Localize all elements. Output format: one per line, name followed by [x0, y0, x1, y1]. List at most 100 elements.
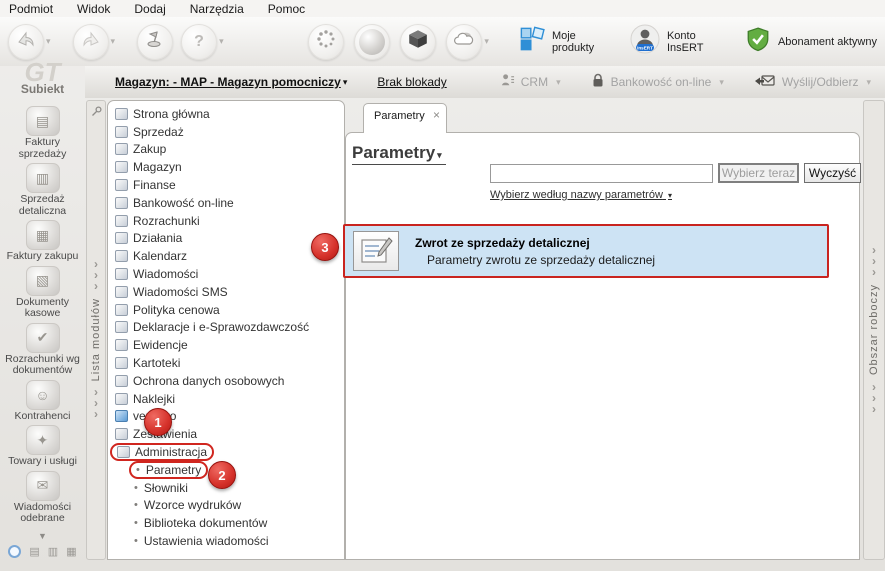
sidebar-item-wiadomosci-odebrane[interactable]: ✉ Wiadomości odebrane: [1, 470, 85, 525]
tree-item-finanse[interactable]: Finanse: [108, 176, 344, 194]
tree-item-ustawienia-wiadomosci[interactable]: • Ustawienia wiadomości: [108, 532, 344, 550]
tree-item-ewidencje[interactable]: Ewidencje: [108, 336, 344, 354]
help-icon: ?: [194, 32, 204, 50]
menu-narzedzia[interactable]: Narzędzia: [190, 2, 244, 16]
send-receive-menu[interactable]: Wyślij/Odbierz ▾: [754, 73, 875, 91]
tree-item-deklaracje[interactable]: Deklaracje i e-Sprawozdawczość: [108, 319, 344, 337]
bullet-icon: •: [134, 481, 138, 494]
mini-module-3-icon[interactable]: ▦: [66, 545, 76, 558]
mini-module-selected-icon[interactable]: [8, 544, 22, 558]
cloud-sync-button[interactable]: [446, 23, 483, 60]
sidebar-more-icon[interactable]: ▼: [38, 531, 47, 541]
menu-podmiot[interactable]: Podmiot: [9, 2, 53, 16]
cash-documents-icon: ▧: [25, 265, 60, 296]
bullet-icon: •: [134, 517, 138, 530]
annotation-step-3: 3: [311, 233, 339, 261]
page-title[interactable]: Parametry ▾: [352, 143, 446, 165]
tree-item-kartoteki[interactable]: Kartoteki: [108, 354, 344, 372]
tree-item-sprzedaz[interactable]: Sprzedaż: [108, 123, 344, 141]
sidebar-item-dokumenty-kasowe[interactable]: ▧ Dokumenty kasowe: [1, 265, 85, 320]
warehouse-dropdown-icon[interactable]: ▾: [343, 77, 348, 88]
tree-item-biblioteka-dokumentow[interactable]: • Biblioteka dokumentów: [108, 514, 344, 532]
tree-item-zestawienia[interactable]: Zestawienia: [108, 425, 344, 443]
insert-badge: InsERT: [637, 45, 653, 50]
result-item-zwrot-ze-sprzedazy[interactable]: Zwrot ze sprzedaży detalicznej Parametry…: [343, 224, 829, 278]
tree-item-rozrachunki[interactable]: Rozrachunki: [108, 212, 344, 230]
help-button[interactable]: ?: [181, 23, 218, 60]
menu-dodaj[interactable]: Dodaj: [134, 2, 165, 16]
subscription-status[interactable]: Abonament aktywny: [745, 26, 877, 57]
back-button[interactable]: [8, 23, 44, 60]
workspace-strip[interactable]: › › › Obszar roboczy › › ›: [863, 100, 885, 560]
sidebar-item-faktury-sprzedazy[interactable]: ▤ Faktury sprzedaży: [1, 106, 85, 160]
contractors-icon: ☺: [25, 379, 60, 410]
bullet-icon: •: [134, 535, 138, 548]
tree-item-administracja[interactable]: Administracja: [108, 443, 344, 462]
mini-module-1-icon[interactable]: ▤: [29, 545, 39, 558]
tree-item-kalendarz[interactable]: Kalendarz: [108, 247, 344, 265]
help-dropdown-icon[interactable]: ▾: [219, 36, 224, 47]
sales-invoices-icon: ▤: [25, 106, 60, 136]
administration-icon: [117, 446, 130, 459]
online-services-button[interactable]: [354, 23, 391, 60]
sidebar-item-rozrachunki[interactable]: ✔ Rozrachunki wg dokumentów: [1, 322, 85, 377]
module-list-strip[interactable]: › › › Lista modułów › › ›: [86, 100, 106, 560]
module-sidebar: GT Subiekt ▤ Faktury sprzedaży ▥ Sprzeda…: [0, 58, 85, 571]
cube-icon: [407, 28, 429, 55]
tree-item-wiadomosci[interactable]: Wiadomości: [108, 265, 344, 283]
sidebar-item-sprzedaz-detaliczna[interactable]: ▥ Sprzedaż detaliczna: [1, 163, 85, 217]
tree-item-polityka-cenowa[interactable]: Polityka cenowa: [108, 301, 344, 319]
filter-by-name-link[interactable]: Wybierz według nazwy parametrów ▾: [490, 189, 676, 201]
tree-item-ochrona-danych[interactable]: Ochrona danych osobowych: [108, 372, 344, 390]
warehouse-selector[interactable]: Magazyn: - MAP - Magazyn pomocniczy: [115, 75, 341, 89]
back-arrow-icon: [16, 29, 36, 54]
tree-item-bankowosc-on-line[interactable]: Bankowość on-line: [108, 194, 344, 212]
tree-item-strona-glowna[interactable]: Strona główna: [108, 105, 344, 123]
select-now-button[interactable]: Wybierz teraz: [718, 163, 799, 183]
crm-menu[interactable]: CRM ▾: [500, 73, 565, 91]
tab-parametry[interactable]: Parametry ×: [363, 103, 447, 133]
back-dropdown-icon[interactable]: ▾: [46, 36, 51, 47]
tree-item-naklejki[interactable]: Naklejki: [108, 390, 344, 408]
pin-icon[interactable]: [91, 106, 102, 120]
sidebar-item-faktury-zakupu[interactable]: ▦ Faktury zakupu: [1, 220, 85, 263]
menu-pomoc[interactable]: Pomoc: [268, 2, 305, 16]
cloud-dropdown-icon[interactable]: ▾: [484, 36, 489, 47]
parameter-document-icon: [353, 231, 399, 271]
tree-item-wzorce-wydrukow[interactable]: • Wzorce wydruków: [108, 497, 344, 515]
tree-item-wiadomosci-sms[interactable]: Wiadomości SMS: [108, 283, 344, 301]
insert-account-button[interactable]: InsERT Konto InsERT: [630, 24, 719, 59]
online-banking-menu[interactable]: Bankowość on-line ▾: [591, 73, 728, 91]
forward-dropdown-icon[interactable]: ▾: [111, 36, 116, 47]
my-products-button[interactable]: Moje produkty: [519, 26, 604, 57]
tree-item-magazyn[interactable]: Magazyn: [108, 158, 344, 176]
menu-widok[interactable]: Widok: [77, 2, 110, 16]
my-products-icon: [519, 26, 545, 57]
status-ribbon: Magazyn: - MAP - Magazyn pomocniczy ▾ Br…: [85, 66, 885, 98]
flag-button[interactable]: [137, 23, 174, 60]
forward-arrow-icon: [81, 29, 101, 54]
forward-button[interactable]: [72, 23, 109, 60]
sidebar-item-kontrahenci[interactable]: ☺ Kontrahenci: [1, 379, 85, 423]
records-icon: [115, 339, 128, 352]
data-cube-button[interactable]: [400, 23, 437, 60]
tab-close-icon[interactable]: ×: [433, 109, 440, 121]
clear-button[interactable]: Wyczyść: [804, 163, 861, 183]
globe-icon: [359, 28, 386, 55]
lock-status-link[interactable]: Brak blokady: [377, 75, 446, 89]
parameter-search-input[interactable]: [490, 163, 713, 183]
shield-check-icon: [745, 26, 771, 57]
bullet-icon: •: [136, 463, 140, 476]
sidebar-item-towary-i-uslugi[interactable]: ✦ Towary i usługi: [1, 425, 85, 468]
declarations-icon: [115, 321, 128, 334]
warehouse-icon: [115, 161, 128, 174]
title-dropdown-icon: ▾: [437, 150, 442, 160]
navigation-tree: Strona główna Sprzedaż Zakup Magazyn Fin…: [107, 100, 345, 560]
gt-logo: GT: [24, 57, 61, 87]
tree-item-zakup[interactable]: Zakup: [108, 141, 344, 159]
loading-spinner-button[interactable]: [308, 23, 345, 60]
module-list-strip-label: Lista modułów: [90, 297, 102, 382]
mini-module-2-icon[interactable]: ▥: [48, 545, 58, 558]
annotation-step-2: 2: [208, 461, 236, 489]
tree-item-dzialania[interactable]: Działania: [108, 230, 344, 248]
